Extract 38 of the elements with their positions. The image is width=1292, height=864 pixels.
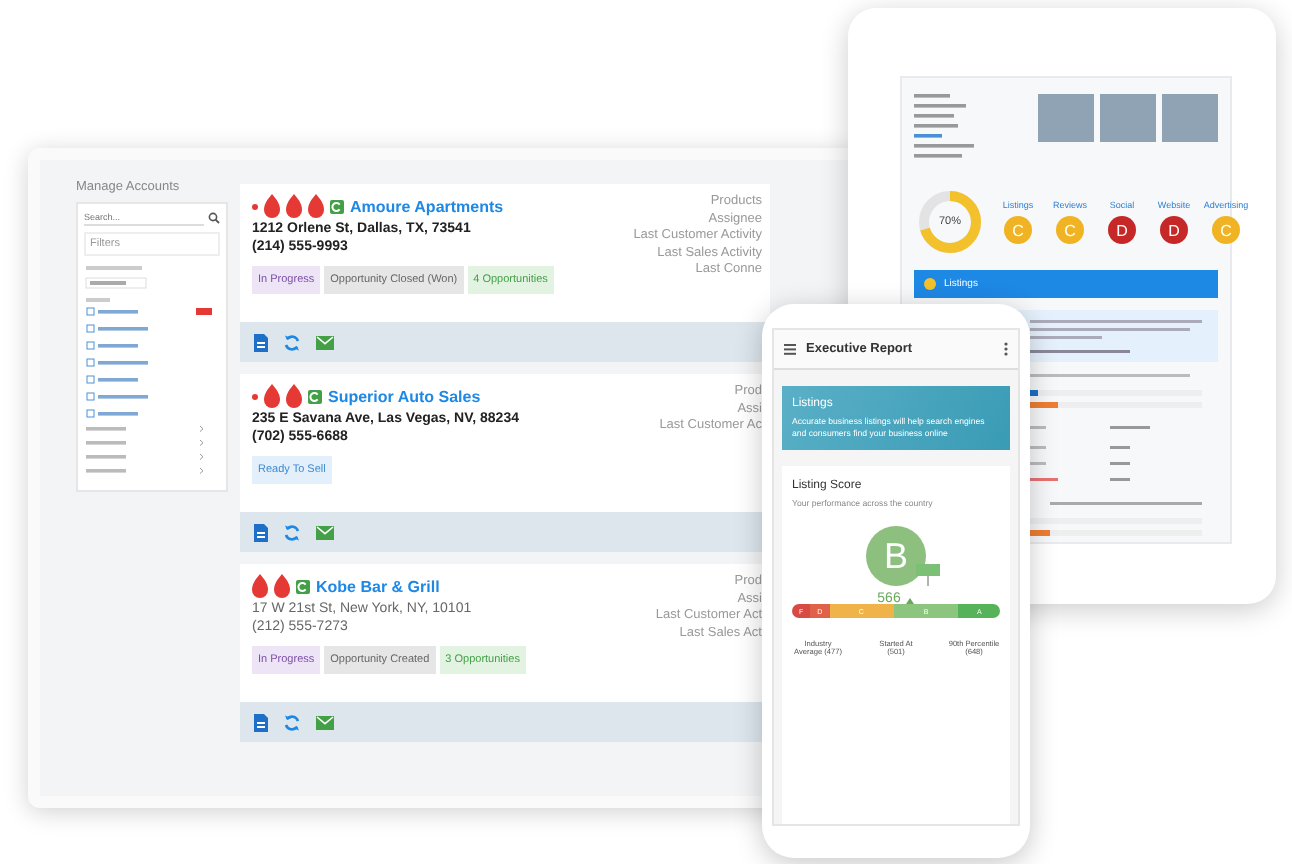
badge-icon <box>308 389 322 403</box>
account-name-link[interactable]: Kobe Bar & Grill <box>316 577 440 595</box>
badge-icon <box>330 199 344 213</box>
grade-circle: C <box>1056 216 1084 244</box>
grade-circle: B <box>866 526 926 587</box>
mail-icon[interactable] <box>316 715 334 729</box>
mail-icon[interactable] <box>316 335 334 349</box>
photo-placeholder <box>1038 94 1094 142</box>
flame-icon <box>286 384 302 408</box>
grade-circle: C <box>1212 216 1240 244</box>
flame-icon <box>264 384 280 408</box>
document-icon[interactable] <box>254 333 268 351</box>
flame-icon <box>252 574 268 598</box>
refresh-icon[interactable] <box>284 333 300 351</box>
score-donut <box>914 186 986 258</box>
grade-circle: D <box>1108 216 1136 244</box>
refresh-icon[interactable] <box>284 523 300 541</box>
refresh-icon[interactable] <box>284 713 300 731</box>
contact-info-drawing <box>914 94 978 162</box>
account-name-link[interactable]: Superior Auto Sales <box>328 387 481 405</box>
grade-circle: D <box>1160 216 1188 244</box>
flame-icon <box>264 194 280 218</box>
marker-icon <box>916 564 940 587</box>
document-icon[interactable] <box>254 523 268 541</box>
flame-icon <box>308 194 324 218</box>
account-name-link[interactable]: Amoure Apartments <box>350 197 504 215</box>
photo-placeholder <box>1100 94 1156 142</box>
badge-icon <box>924 278 936 290</box>
flame-icon <box>286 194 302 218</box>
badge-icon <box>296 579 310 593</box>
grade-circle: C <box>1004 216 1032 244</box>
photo-placeholder <box>1162 94 1218 142</box>
search-icon <box>208 212 220 224</box>
menu-icon[interactable] <box>784 343 796 355</box>
flame-icon <box>274 574 290 598</box>
up-arrow-icon <box>906 595 915 604</box>
mail-icon[interactable] <box>316 525 334 539</box>
document-icon[interactable] <box>254 713 268 731</box>
